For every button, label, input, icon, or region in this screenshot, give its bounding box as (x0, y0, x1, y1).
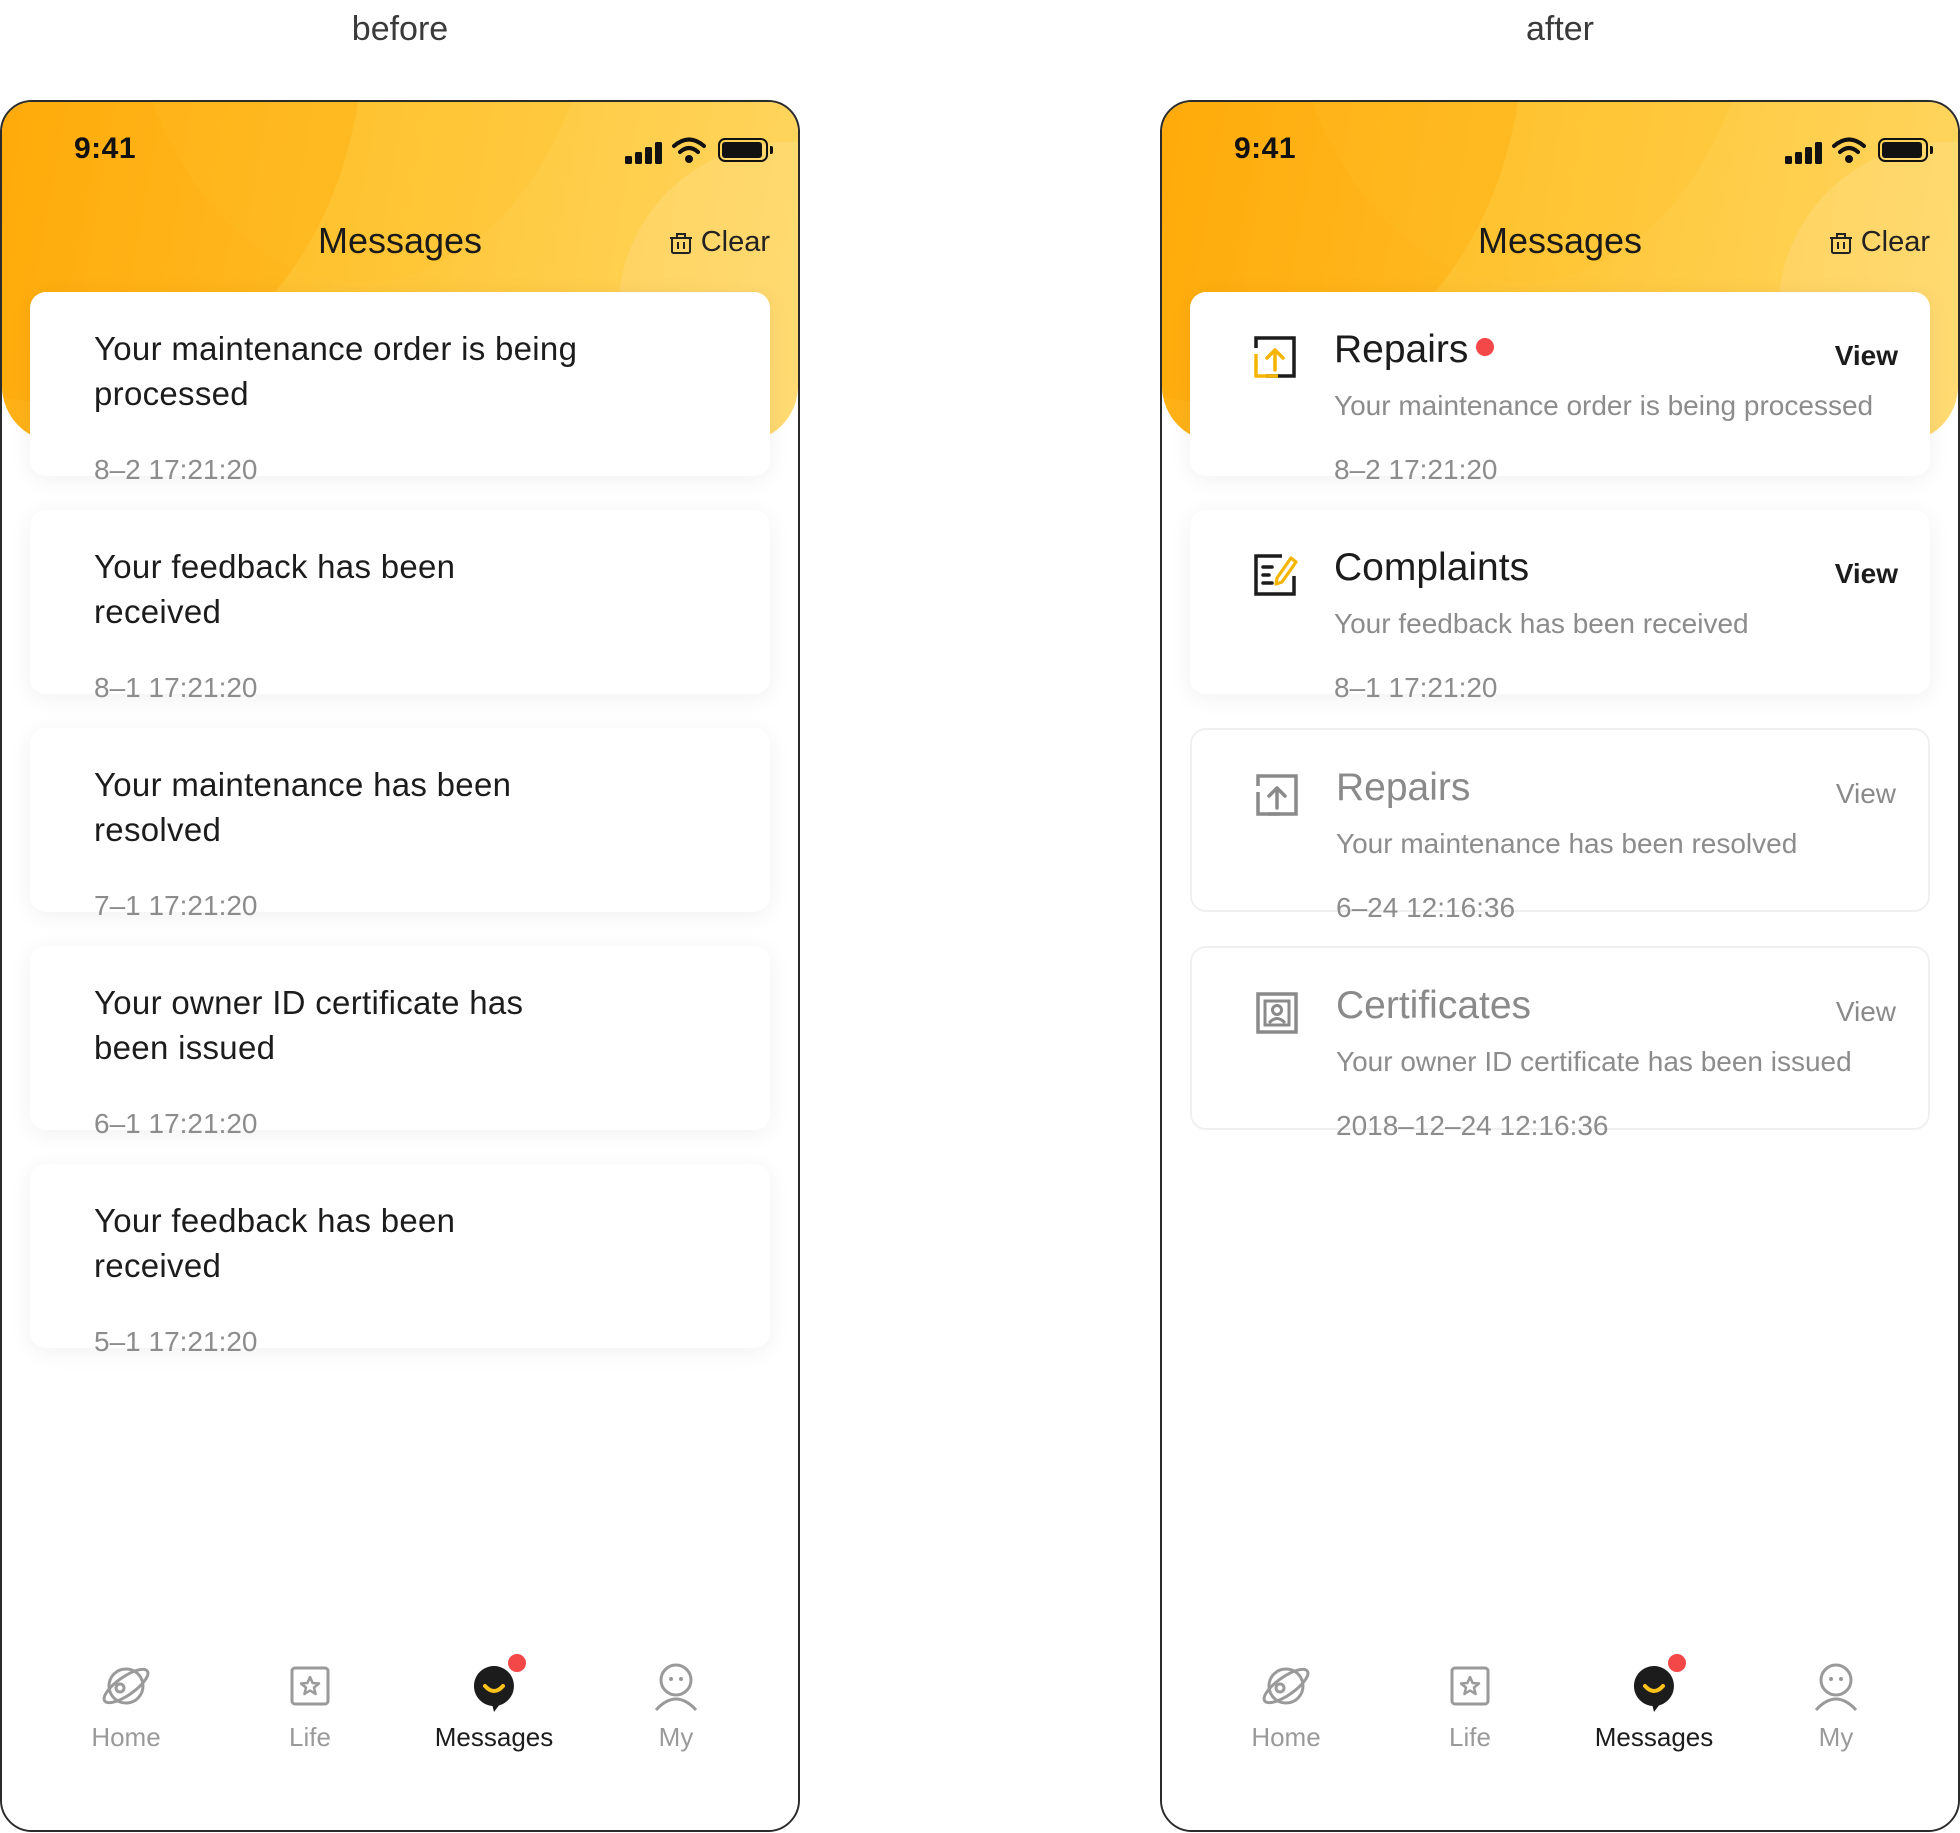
tab-messages[interactable]: Messages (424, 1654, 564, 1753)
tab-label: Life (289, 1722, 331, 1752)
trash-icon (1829, 232, 1852, 254)
view-button[interactable]: View (1835, 558, 1898, 590)
certificate-icon (1256, 992, 1298, 1034)
message-time: 8–2 17:21:20 (1334, 454, 1498, 485)
person-icon (654, 1663, 698, 1712)
message-text: Your maintenance has been resolved (94, 766, 512, 848)
clear-label: Clear (700, 226, 770, 258)
unread-dot (1476, 338, 1494, 356)
tab-my[interactable]: My (1766, 1658, 1906, 1753)
before-caption: before (351, 10, 449, 48)
wifi-icon (672, 137, 706, 163)
star-box-icon (1450, 1666, 1490, 1706)
clear-button[interactable]: Clear (1829, 226, 1930, 259)
message-card[interactable]: Repairs View Your maintenance has been r… (1190, 728, 1930, 923)
unread-badge (1668, 1654, 1686, 1672)
message-time: 8–1 17:21:20 (1334, 672, 1498, 703)
message-category: Repairs (1334, 328, 1469, 371)
planet-icon (102, 1667, 150, 1705)
tab-label: My (658, 1722, 694, 1752)
message-time: 5–1 17:21:20 (94, 1326, 258, 1357)
clear-button[interactable]: Clear (669, 226, 770, 259)
message-text: Your maintenance has been resolved (1336, 828, 1798, 859)
tab-label: My (1818, 1722, 1854, 1752)
battery-icon (1878, 138, 1933, 162)
status-time: 9:41 (74, 132, 137, 165)
wifi-icon (1832, 137, 1866, 163)
message-text: Your maintenance order is being processe… (1334, 390, 1874, 421)
after-caption: after (1525, 10, 1595, 48)
tab-label: Life (1449, 1722, 1491, 1752)
message-category: Repairs (1336, 766, 1471, 809)
after-phone: 9:41 Messages Clear Repairs View Your ma… (1160, 100, 1960, 1832)
message-card[interactable]: Your maintenance has been resolved 7–1 1… (30, 728, 770, 921)
message-card[interactable]: Your maintenance order is being processe… (30, 292, 770, 485)
message-time: 8–1 17:21:20 (94, 672, 258, 703)
message-time: 6–24 12:16:36 (1336, 892, 1516, 923)
message-time: 8–2 17:21:20 (94, 454, 258, 485)
person-icon (1814, 1663, 1858, 1712)
message-card[interactable]: Your owner ID certificate has been issue… (30, 946, 770, 1139)
message-card[interactable]: Certificates View Your owner ID certific… (1190, 946, 1930, 1141)
repair-icon (1256, 774, 1298, 816)
tab-label: Messages (434, 1722, 554, 1752)
unread-badge (508, 1654, 526, 1672)
star-box-icon (290, 1666, 330, 1706)
message-text: Your feedback has been received (1334, 608, 1749, 639)
message-time: 7–1 17:21:20 (94, 890, 258, 921)
tab-my[interactable]: My (606, 1658, 746, 1753)
message-time: 2018–12–24 12:16:36 (1336, 1110, 1609, 1141)
view-button[interactable]: View (1836, 778, 1896, 810)
tab-label: Home (1251, 1722, 1321, 1752)
message-time: 6–1 17:21:20 (94, 1108, 258, 1139)
message-text: Your feedback has been received (94, 548, 456, 630)
signal-icon (1785, 140, 1825, 164)
repair-icon (1254, 336, 1296, 378)
tab-life[interactable]: Life (1400, 1658, 1540, 1753)
message-text: Your owner ID certificate has been issue… (94, 984, 524, 1066)
message-text: Your maintenance order is being processe… (94, 330, 578, 412)
battery-icon (718, 138, 773, 162)
message-card[interactable]: Your feedback has been received 8–1 17:2… (30, 510, 770, 703)
tab-label: Home (91, 1722, 161, 1752)
message-category: Certificates (1336, 984, 1532, 1027)
chat-bubble-icon (1626, 1654, 1686, 1714)
status-time: 9:41 (1234, 132, 1297, 165)
clear-label: Clear (1860, 226, 1930, 258)
tab-bar: Home Life Messages My (2, 1638, 798, 1830)
tab-life[interactable]: Life (240, 1658, 380, 1753)
tab-home[interactable]: Home (56, 1658, 196, 1753)
message-card[interactable]: Your feedback has been received 5–1 17:2… (30, 1164, 770, 1357)
message-text: Your feedback has been received (94, 1202, 456, 1284)
complaint-icon (1254, 554, 1298, 596)
tab-messages[interactable]: Messages (1584, 1654, 1724, 1753)
status-bar: 9:41 (2, 102, 798, 202)
trash-icon (669, 232, 692, 254)
tab-bar: Home Life Messages My (1162, 1638, 1958, 1830)
tab-home[interactable]: Home (1216, 1658, 1356, 1753)
signal-icon (625, 140, 665, 164)
message-card[interactable]: Repairs View Your maintenance order is b… (1190, 292, 1930, 485)
status-bar: 9:41 (1162, 102, 1958, 202)
tab-label: Messages (1594, 1722, 1714, 1752)
planet-icon (1262, 1667, 1310, 1705)
message-card[interactable]: Complaints View Your feedback has been r… (1190, 510, 1930, 703)
message-category: Complaints (1334, 546, 1530, 589)
before-phone: 9:41 Messages Clear Your maintenance ord… (0, 100, 800, 1832)
view-button[interactable]: View (1835, 340, 1898, 372)
chat-bubble-icon (466, 1654, 526, 1714)
view-button[interactable]: View (1836, 996, 1896, 1028)
message-text: Your owner ID certificate has been issue… (1336, 1046, 1852, 1077)
